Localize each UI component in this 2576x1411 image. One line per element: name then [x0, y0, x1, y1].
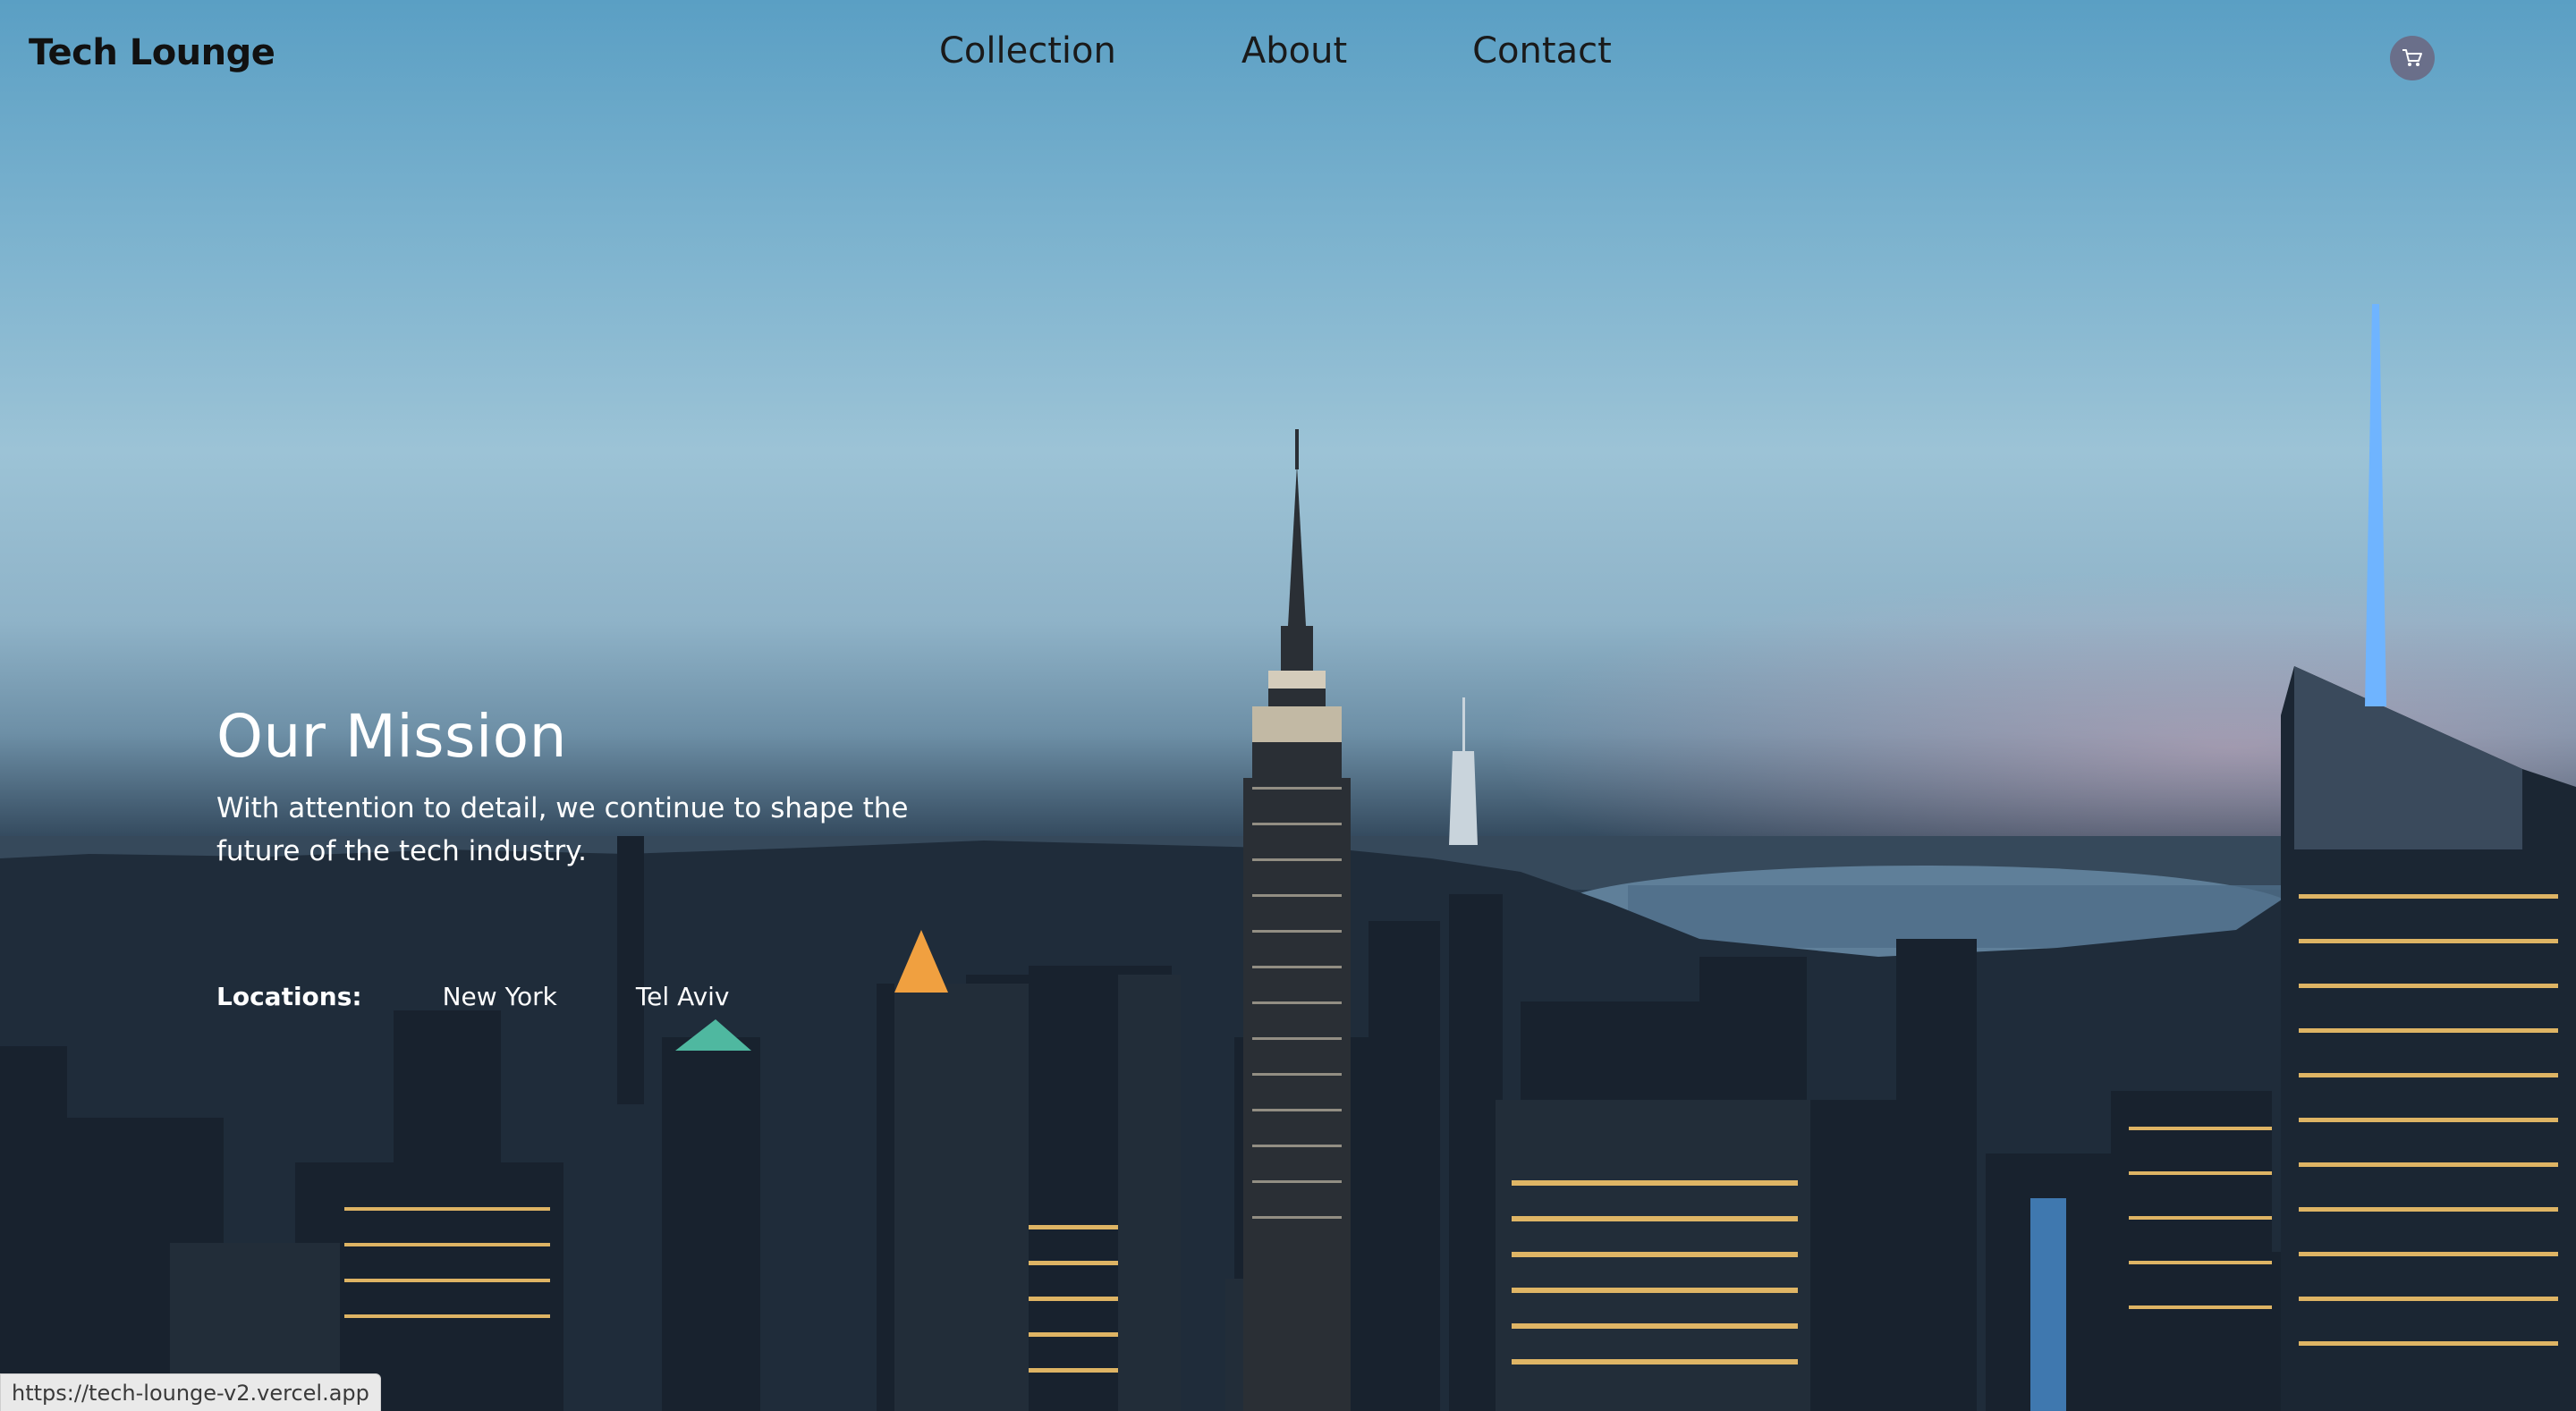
status-bar-url: https://tech-lounge-v2.vercel.app	[0, 1373, 381, 1411]
cart-button[interactable]	[2390, 36, 2435, 80]
nav-item-contact[interactable]: Contact	[1472, 30, 1612, 72]
brand-logo[interactable]: Tech Lounge	[29, 32, 275, 73]
nav-item-about[interactable]: About	[1241, 30, 1347, 72]
hero-section: Our Mission With attention to detail, we…	[216, 702, 950, 873]
hero-description: With attention to detail, we continue to…	[216, 792, 909, 867]
main-nav: Collection About Contact	[939, 30, 1612, 72]
locations-row: Locations: New York Tel Aviv	[216, 982, 809, 1011]
nav-item-collection[interactable]: Collection	[939, 30, 1116, 72]
location-new-york: New York	[442, 982, 557, 1011]
hero-page: Tech Lounge Collection About Contact Our…	[0, 0, 2576, 1411]
cart-icon	[2402, 49, 2422, 66]
locations-label: Locations:	[216, 982, 362, 1011]
hero-title: Our Mission	[216, 702, 567, 771]
location-tel-aviv: Tel Aviv	[635, 982, 730, 1011]
